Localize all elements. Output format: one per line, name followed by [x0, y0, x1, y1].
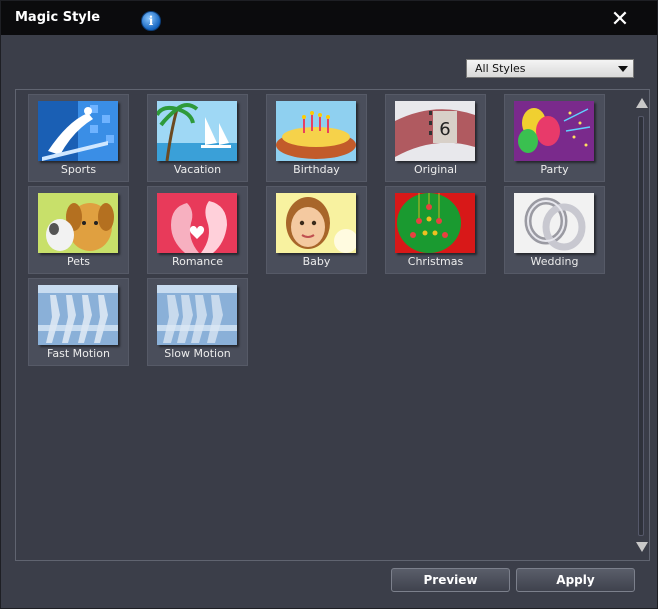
scroll-down-icon[interactable]: [636, 542, 648, 552]
window-title: Magic Style: [15, 10, 101, 25]
style-label: Slow Motion: [164, 347, 231, 360]
style-tile-slow-motion[interactable]: Slow Motion: [147, 278, 248, 366]
party-thumbnail: [514, 101, 594, 161]
wedding-thumbnail: [514, 193, 594, 253]
style-label: Sports: [60, 163, 97, 176]
style-label: Pets: [66, 255, 91, 268]
style-label: Fast Motion: [47, 347, 110, 360]
title-bar: Magic Style i ✕: [1, 1, 657, 35]
style-tile-vacation[interactable]: Vacation: [147, 94, 248, 182]
style-label: Party: [540, 163, 569, 176]
style-tile-party[interactable]: Party: [504, 94, 605, 182]
vertical-scrollbar[interactable]: [634, 94, 648, 556]
style-tile-fast-motion[interactable]: Fast Motion: [28, 278, 129, 366]
magic-style-window: Magic Style i ✕ All Styles Sports Vacati…: [0, 0, 658, 609]
style-tile-baby[interactable]: Baby: [266, 186, 367, 274]
style-filter-selected: All Styles: [475, 62, 526, 75]
style-tile-romance[interactable]: Romance: [147, 186, 248, 274]
style-label: Birthday: [293, 163, 340, 176]
slow-motion-thumbnail: [157, 285, 237, 345]
romance-thumbnail: [157, 193, 237, 253]
style-tile-birthday[interactable]: Birthday: [266, 94, 367, 182]
chevron-down-icon: [618, 66, 628, 72]
style-label: Christmas: [407, 255, 464, 268]
style-tile-wedding[interactable]: Wedding: [504, 186, 605, 274]
close-icon[interactable]: ✕: [609, 9, 631, 31]
style-label: Wedding: [530, 255, 579, 268]
pets-thumbnail: [38, 193, 118, 253]
style-label: Romance: [171, 255, 224, 268]
style-tile-original[interactable]: 6 Original: [385, 94, 486, 182]
style-tile-christmas[interactable]: Christmas: [385, 186, 486, 274]
sports-thumbnail: [38, 101, 118, 161]
birthday-thumbnail: [276, 101, 356, 161]
style-label: Baby: [302, 255, 331, 268]
christmas-thumbnail: [395, 193, 475, 253]
fast-motion-thumbnail: [38, 285, 118, 345]
baby-thumbnail: [276, 193, 356, 253]
countdown-number: 6: [439, 119, 450, 140]
style-tile-sports[interactable]: Sports: [28, 94, 129, 182]
style-label: Original: [413, 163, 458, 176]
style-gallery-panel: Sports Vacation Birthday 6 Original Part…: [15, 89, 650, 561]
style-label: Vacation: [173, 163, 222, 176]
scroll-track[interactable]: [638, 116, 644, 536]
original-thumbnail: 6: [395, 101, 475, 161]
style-filter-dropdown[interactable]: All Styles: [466, 59, 634, 78]
style-tile-pets[interactable]: Pets: [28, 186, 129, 274]
info-icon[interactable]: i: [141, 11, 161, 31]
vacation-thumbnail: [157, 101, 237, 161]
preview-button[interactable]: Preview: [391, 568, 510, 592]
scroll-up-icon[interactable]: [636, 98, 648, 108]
apply-button[interactable]: Apply: [516, 568, 635, 592]
